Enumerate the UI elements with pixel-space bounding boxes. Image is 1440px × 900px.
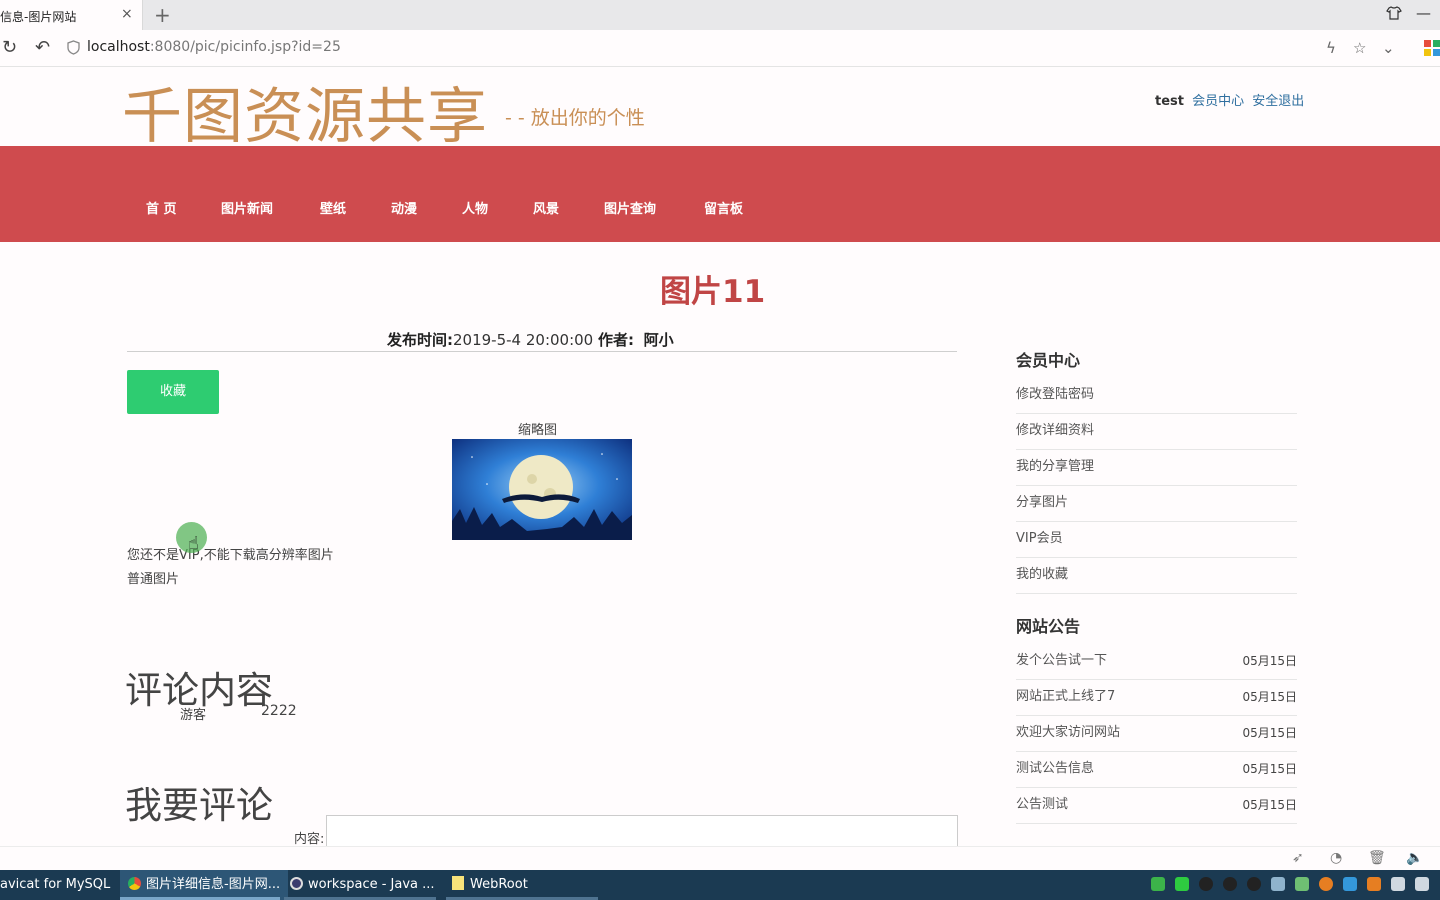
- lightning-icon[interactable]: ϟ: [1326, 39, 1336, 57]
- tray-volume-icon[interactable]: [1415, 877, 1429, 891]
- nav-wallpaper[interactable]: 壁纸: [320, 198, 346, 217]
- trash-icon[interactable]: 🗑: [1368, 850, 1386, 866]
- sidebar-item-share-picture[interactable]: 分享图片: [1016, 485, 1297, 522]
- back-icon[interactable]: ↶: [35, 37, 50, 58]
- nav-home[interactable]: 首 页: [146, 198, 177, 217]
- sidebar-item-edit-profile[interactable]: 修改详细资料: [1016, 413, 1297, 450]
- shirt-icon[interactable]: [1386, 5, 1402, 25]
- picture-meta: 发布时间:2019-5-4 20:00:00 作者: 阿小: [387, 331, 674, 349]
- tray-qq-icon[interactable]: [1247, 877, 1261, 891]
- sidebar-item-vip[interactable]: VIP会员: [1016, 521, 1297, 558]
- vip-notice: 您还不是VIP,不能下载高分辨率图片: [127, 548, 334, 563]
- content-label: 内容:: [294, 832, 325, 847]
- nav-anime[interactable]: 动漫: [391, 198, 417, 217]
- notice-item[interactable]: 欢迎大家访问网站 05月15日: [1016, 715, 1297, 752]
- comment-text: 2222: [261, 703, 297, 719]
- folder-icon: [452, 876, 464, 890]
- tray-search-icon[interactable]: [1367, 877, 1381, 891]
- url-field[interactable]: localhost:8080/pic/picinfo.jsp?id=25: [87, 39, 341, 55]
- write-comment-heading: 我要评论: [125, 784, 273, 827]
- eclipse-app-icon: [290, 877, 303, 890]
- tray-wechat-icon[interactable]: [1175, 877, 1189, 891]
- tray-chat-icon[interactable]: [1151, 877, 1165, 891]
- normal-picture-label: 普通图片: [127, 572, 180, 587]
- logout-link[interactable]: 安全退出: [1252, 94, 1304, 109]
- tab-bar: [0, 0, 1440, 30]
- tray-security-icon[interactable]: [1343, 877, 1357, 891]
- thumbnail-image[interactable]: [452, 439, 632, 540]
- hand-cursor-icon: ☝: [188, 533, 199, 554]
- chevron-down-icon[interactable]: ⌄: [1382, 39, 1395, 57]
- browser-tab[interactable]: 信息-图片网站 ×: [0, 0, 143, 30]
- tray-app-icon[interactable]: [1295, 877, 1309, 891]
- divider: [127, 351, 957, 352]
- browser-app-icon: [128, 877, 141, 890]
- site-slogan: - - 放出你的个性: [505, 107, 645, 129]
- taskbar-item-browser[interactable]: 图片详细信息-图片网...: [120, 870, 288, 900]
- browser-status-bar: [0, 846, 1440, 871]
- main-nav: [0, 146, 1440, 242]
- taskbar-item-folder[interactable]: WebRoot: [446, 870, 602, 900]
- nav-scenery[interactable]: 风景: [533, 198, 559, 217]
- tray-qq-icon[interactable]: [1223, 877, 1237, 891]
- thumbnail-label: 缩略图: [518, 423, 558, 438]
- shield-icon: [67, 40, 80, 59]
- nav-picture-news[interactable]: 图片新闻: [221, 198, 273, 217]
- sidebar-item-change-password[interactable]: 修改登陆密码: [1016, 377, 1297, 414]
- username: test: [1155, 94, 1184, 109]
- tray-qq-icon[interactable]: [1199, 877, 1213, 891]
- star-icon[interactable]: ☆: [1353, 39, 1366, 57]
- nav-people[interactable]: 人物: [462, 198, 488, 217]
- taskbar-item-eclipse[interactable]: workspace - Java ...: [284, 870, 440, 900]
- reload-icon[interactable]: ↻: [2, 37, 17, 58]
- rocket-icon[interactable]: ➶: [1292, 850, 1304, 866]
- nav-picture-search[interactable]: 图片查询: [604, 198, 656, 217]
- comment-user: 游客: [180, 708, 207, 723]
- favorite-button[interactable]: 收藏: [127, 370, 219, 414]
- picture-title: 图片11: [660, 274, 766, 310]
- tray-network-icon[interactable]: [1271, 877, 1285, 891]
- minimize-icon[interactable]: —: [1416, 4, 1431, 22]
- notice-item[interactable]: 测试公告信息 05月15日: [1016, 751, 1297, 788]
- notice-heading: 网站公告: [1016, 617, 1081, 636]
- notice-item[interactable]: 网站正式上线了7 05月15日: [1016, 679, 1297, 716]
- tray-browser-icon[interactable]: [1319, 877, 1333, 891]
- member-center-heading: 会员中心: [1016, 351, 1081, 370]
- new-tab-icon[interactable]: +: [154, 3, 171, 27]
- tab-close-icon[interactable]: ×: [121, 6, 133, 22]
- speed-icon[interactable]: ◔: [1330, 850, 1342, 866]
- member-center-link[interactable]: 会员中心: [1192, 94, 1244, 109]
- apps-icon[interactable]: [1424, 40, 1440, 60]
- site-logo[interactable]: 千图资源共享: [122, 68, 488, 155]
- nav-message-board[interactable]: 留言板: [704, 198, 743, 217]
- sidebar-item-my-shares[interactable]: 我的分享管理: [1016, 449, 1297, 486]
- notice-item[interactable]: 发个公告试一下 05月15日: [1016, 643, 1297, 680]
- user-bar: test 会员中心 安全退出: [1155, 90, 1304, 109]
- tray-monitor-icon[interactable]: [1391, 877, 1405, 891]
- volume-icon[interactable]: 🔈: [1406, 850, 1423, 866]
- notice-item[interactable]: 公告测试 05月15日: [1016, 787, 1297, 824]
- sidebar-item-my-favorites[interactable]: 我的收藏: [1016, 557, 1297, 594]
- tab-title: 信息-图片网站: [0, 10, 77, 24]
- taskbar-item-navicat[interactable]: avicat for MySQL: [0, 870, 116, 900]
